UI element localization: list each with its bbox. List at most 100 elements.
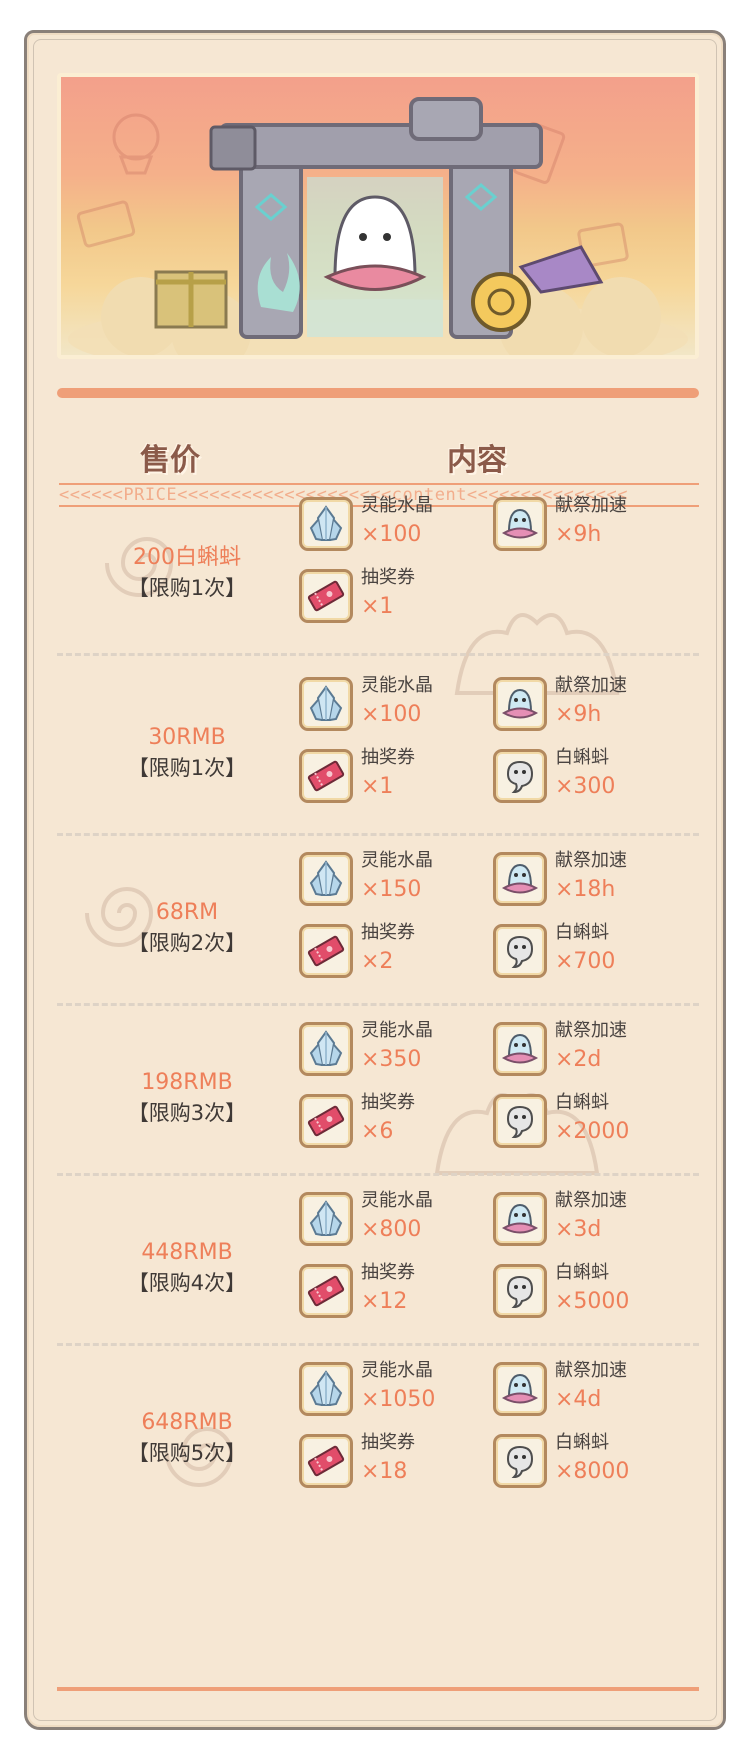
row-divider <box>57 1343 699 1346</box>
reward-name: 抽奖券 <box>361 747 415 768</box>
content-column-header: 内容 <box>447 443 507 478</box>
banner-illustration <box>57 73 699 359</box>
reward-name: 献祭加速 <box>555 1190 627 1211</box>
reward-name: 白蝌蚪 <box>555 922 609 943</box>
shop-card: 售价 内容 <<<<<<PRICE<<<<<<<<<<<<<<<<<<<<con… <box>24 30 726 1730</box>
reward-item: 抽奖券 ×6 <box>299 1090 489 1152</box>
crystal-icon <box>299 1022 353 1076</box>
package-price: 200白蝌蚪 <box>133 545 241 570</box>
package-price: 30RMB <box>148 725 226 750</box>
reward-item: 献祭加速 ×9h <box>493 673 683 735</box>
reward-quantity: ×100 <box>361 522 422 547</box>
reward-quantity: ×8000 <box>555 1459 630 1484</box>
reward-item: 灵能水晶 ×150 <box>299 848 489 910</box>
reward-quantity: ×1050 <box>361 1387 436 1412</box>
reward-item: 献祭加速 ×4d <box>493 1358 683 1420</box>
reward-quantity: ×350 <box>361 1047 422 1072</box>
reward-item: 献祭加速 ×9h <box>493 493 683 555</box>
package-price-block: 200白蝌蚪 【限购1次】 <box>87 543 287 603</box>
purchase-limit: 【限购2次】 <box>127 931 247 955</box>
package-row: 648RMB 【限购5次】 灵能水晶 ×1050 献祭加速 ×4d 抽奖券 ×18 白蝌蚪 ×80… <box>27 1358 723 1518</box>
reward-item: 灵能水晶 ×350 <box>299 1018 489 1080</box>
ghost-speed-icon <box>493 677 547 731</box>
ticket-icon <box>299 749 353 803</box>
reward-quantity: ×2000 <box>555 1119 630 1144</box>
ghost-speed-icon <box>493 1022 547 1076</box>
tadpole-icon <box>493 924 547 978</box>
reward-name: 灵能水晶 <box>361 495 433 516</box>
ghost-speed-icon <box>493 1192 547 1246</box>
reward-quantity: ×1 <box>361 774 394 799</box>
package-price: 648RMB <box>141 1410 233 1435</box>
package-row: 448RMB 【限购4次】 灵能水晶 ×800 献祭加速 ×3d 抽奖券 ×12 白蝌蚪 ×500… <box>27 1188 723 1348</box>
reward-quantity: ×2d <box>555 1047 602 1072</box>
package-price: 448RMB <box>141 1240 233 1265</box>
tadpole-icon <box>493 1094 547 1148</box>
reward-item: 抽奖券 ×18 <box>299 1430 489 1492</box>
reward-item: 灵能水晶 ×800 <box>299 1188 489 1250</box>
reward-item: 抽奖券 ×1 <box>299 745 489 807</box>
row-divider <box>57 833 699 836</box>
reward-name: 献祭加速 <box>555 1360 627 1381</box>
reward-name: 灵能水晶 <box>361 1360 433 1381</box>
ghost-speed-icon <box>493 1362 547 1416</box>
package-price: 198RMB <box>141 1070 233 1095</box>
ticket-icon <box>299 1434 353 1488</box>
reward-name: 抽奖券 <box>361 567 415 588</box>
package-row: 200白蝌蚪 【限购1次】 灵能水晶 ×100 献祭加速 ×9h 抽奖券 ×1 <box>27 493 723 653</box>
reward-quantity: ×1 <box>361 594 394 619</box>
reward-item: 献祭加速 ×3d <box>493 1188 683 1250</box>
reward-name: 灵能水晶 <box>361 850 433 871</box>
reward-name: 献祭加速 <box>555 675 627 696</box>
reward-quantity: ×100 <box>361 702 422 727</box>
purchase-limit: 【限购1次】 <box>127 756 247 780</box>
reward-quantity: ×5000 <box>555 1289 630 1314</box>
reward-quantity: ×9h <box>555 702 602 727</box>
reward-quantity: ×18 <box>361 1459 408 1484</box>
reward-quantity: ×2 <box>361 949 394 974</box>
package-price: 68RM <box>155 900 219 925</box>
tadpole-icon <box>493 1264 547 1318</box>
reward-quantity: ×12 <box>361 1289 408 1314</box>
reward-quantity: ×3d <box>555 1217 602 1242</box>
crystal-icon <box>299 852 353 906</box>
ticket-icon <box>299 924 353 978</box>
reward-quantity: ×700 <box>555 949 616 974</box>
crystal-icon <box>299 677 353 731</box>
reward-name: 抽奖券 <box>361 1092 415 1113</box>
tadpole-icon <box>493 1434 547 1488</box>
reward-item: 灵能水晶 ×100 <box>299 493 489 555</box>
reward-item: 白蝌蚪 ×700 <box>493 920 683 982</box>
package-price-block: 448RMB 【限购4次】 <box>87 1238 287 1298</box>
reward-name: 白蝌蚪 <box>555 1432 609 1453</box>
reward-item: 白蝌蚪 ×300 <box>493 745 683 807</box>
reward-name: 抽奖券 <box>361 922 415 943</box>
ghost-speed-icon <box>493 497 547 551</box>
ticket-icon <box>299 569 353 623</box>
reward-name: 抽奖券 <box>361 1262 415 1283</box>
ticket-icon <box>299 1094 353 1148</box>
package-row: 68RM 【限购2次】 灵能水晶 ×150 献祭加速 ×18h 抽奖券 ×2 白蝌蚪 ×700 <box>27 848 723 1008</box>
reward-name: 白蝌蚪 <box>555 1262 609 1283</box>
row-divider <box>57 1173 699 1176</box>
package-row: 30RMB 【限购1次】 灵能水晶 ×100 献祭加速 ×9h 抽奖券 ×1 白蝌蚪 ×300 <box>27 673 723 833</box>
reward-name: 灵能水晶 <box>361 1020 433 1041</box>
portal-shrine-icon <box>68 97 688 355</box>
reward-quantity: ×9h <box>555 522 602 547</box>
reward-quantity: ×6 <box>361 1119 394 1144</box>
reward-name: 灵能水晶 <box>361 675 433 696</box>
reward-name: 献祭加速 <box>555 495 627 516</box>
reward-quantity: ×150 <box>361 877 422 902</box>
reward-item: 抽奖券 ×1 <box>299 565 489 627</box>
price-column-header: 售价 <box>140 443 200 478</box>
reward-quantity: ×300 <box>555 774 616 799</box>
header-bar <box>57 388 699 398</box>
reward-name: 抽奖券 <box>361 1432 415 1453</box>
reward-item: 白蝌蚪 ×8000 <box>493 1430 683 1492</box>
reward-name: 灵能水晶 <box>361 1190 433 1211</box>
row-divider <box>57 653 699 656</box>
reward-name: 献祭加速 <box>555 850 627 871</box>
reward-name: 白蝌蚪 <box>555 747 609 768</box>
reward-quantity: ×800 <box>361 1217 422 1242</box>
package-row: 198RMB 【限购3次】 灵能水晶 ×350 献祭加速 ×2d 抽奖券 ×6 白蝌蚪 ×2000 <box>27 1018 723 1178</box>
